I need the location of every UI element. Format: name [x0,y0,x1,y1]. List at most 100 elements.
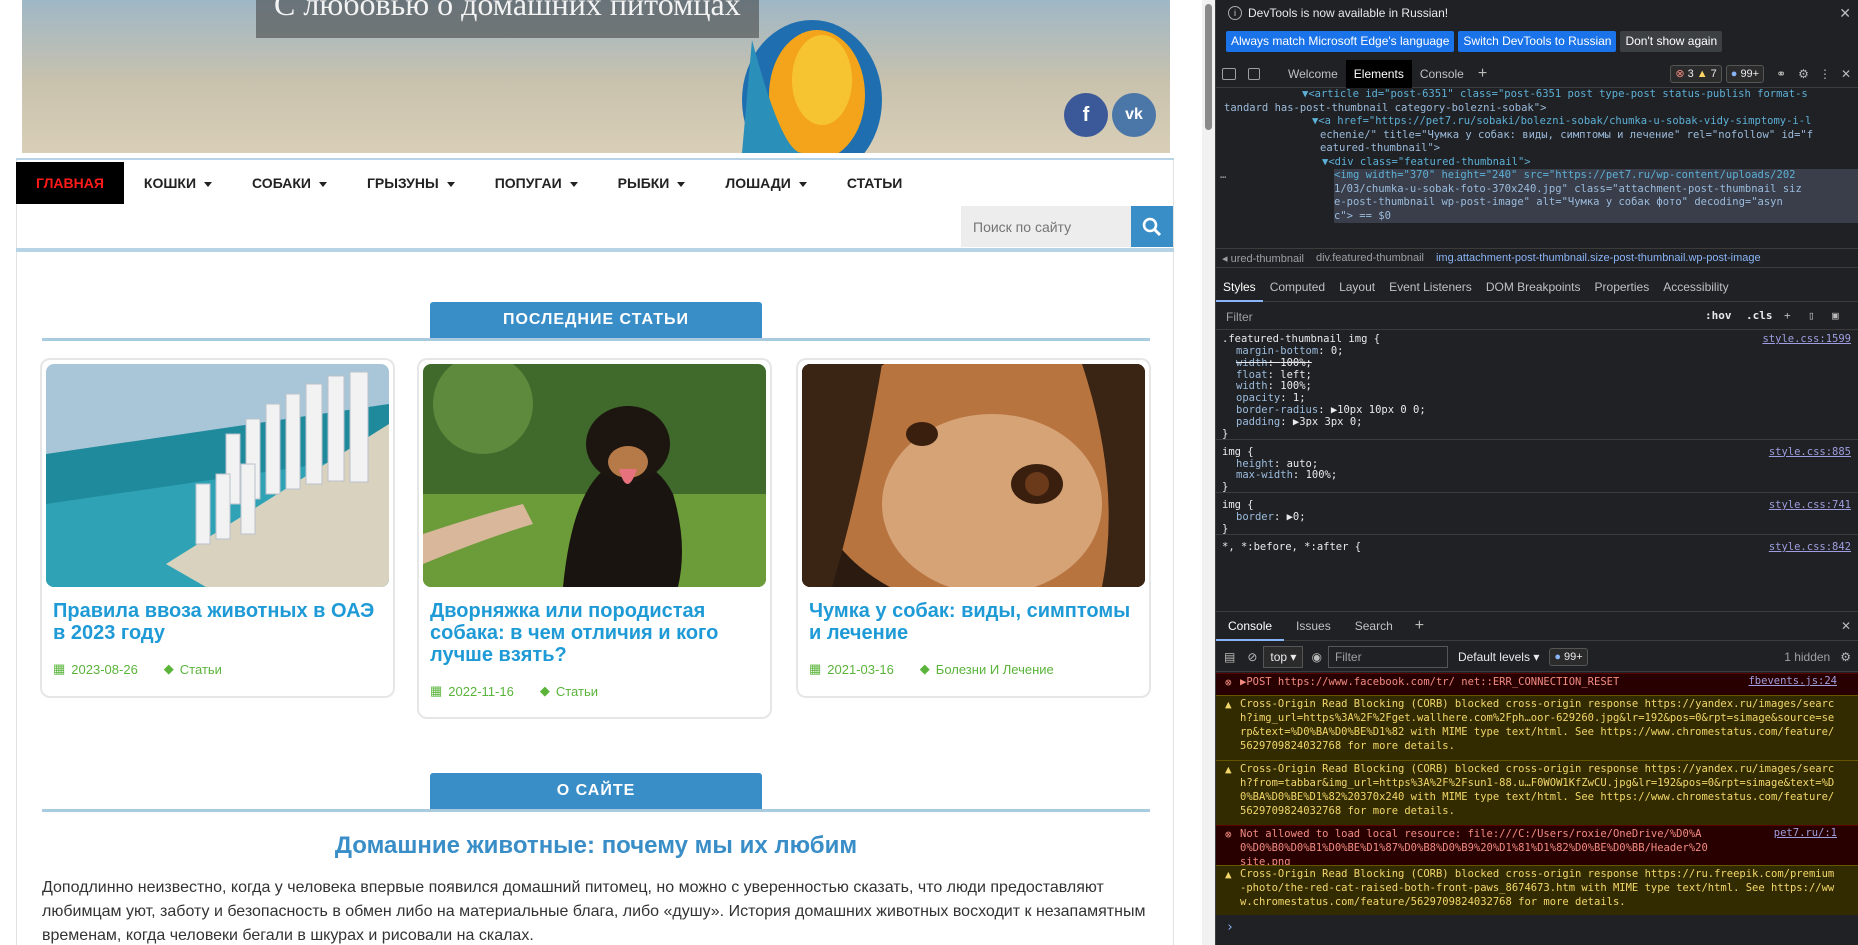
nav-item[interactable]: РЫБКИ [598,162,706,204]
css-prop-name[interactable]: border [1236,511,1274,523]
paint-icon[interactable]: ▯ [1808,309,1815,322]
console-message-badge[interactable]: ● 99+ [1549,647,1588,666]
css-prop-value[interactable]: ▶3px 3px 0; [1293,416,1363,428]
console-prompt[interactable]: › [1226,921,1234,935]
close-icon[interactable]: ✕ [1839,5,1851,22]
hov-toggle[interactable]: :hov [1705,309,1732,322]
nav-item-label[interactable]: СТАТЬИ [847,175,903,191]
nav-item-label[interactable]: СОБАКИ [252,175,311,191]
dom-line[interactable]: ▼<a href="https://pet7.ru/sobaki/bolezni… [1312,115,1811,129]
chevron-down-icon[interactable] [204,181,213,187]
css-property[interactable]: border: ▶0; [1236,510,1306,524]
nav-item-label[interactable]: ПОПУГАИ [495,175,562,191]
css-prop-name[interactable]: max-width [1236,469,1293,481]
search-button[interactable] [1131,206,1173,247]
cls-toggle[interactable]: .cls [1746,309,1773,322]
chevron-down-icon[interactable] [677,181,686,187]
css-prop-value[interactable]: 0; [1331,345,1344,357]
inspect-icon[interactable] [1222,67,1236,80]
article-card[interactable]: Чумка у собак: виды, симптомы и лечение … [798,360,1149,696]
levels-select[interactable]: Default levels ▾ [1458,650,1539,664]
eye-icon[interactable]: ◉ [1311,650,1321,664]
sidebar-toggle-icon[interactable]: ▣ [1832,309,1839,322]
connection-icon[interactable]: ⚭ [1776,67,1786,81]
styles-tab[interactable]: Accessibility [1656,272,1735,302]
new-rule-icon[interactable]: + [1784,309,1791,322]
console-message-text[interactable]: Cross-Origin Read Blocking (CORB) blocke… [1240,696,1840,753]
styles-tab[interactable]: DOM Breakpoints [1479,272,1588,302]
article-category[interactable]: ◆ Статьи [540,683,598,699]
chevron-down-icon[interactable] [798,181,807,187]
dom-line[interactable]: ▼<article id="post-6351" class="post-635… [1302,88,1808,102]
nav-item[interactable]: КОШКИ [124,162,232,204]
dont-show-button[interactable]: Don't show again [1620,31,1723,52]
console-message[interactable]: ▲ Cross-Origin Read Blocking (CORB) block… [1216,760,1858,825]
dom-line[interactable]: <img width="370" height="240" src="https… [1334,169,1858,183]
nav-item[interactable]: ПОПУГАИ [475,162,598,204]
drawer-tab[interactable]: Console [1216,611,1285,641]
nav-item-label[interactable]: ЛОШАДИ [725,175,790,191]
more-icon[interactable]: ⋮ [1819,67,1831,81]
article-thumbnail[interactable] [46,364,389,587]
nav-item-label[interactable]: ГРЫЗУНЫ [367,175,439,191]
article-title[interactable]: Правила ввоза животных в ОАЭ в 2023 году [53,600,383,644]
context-select[interactable]: top ▾ [1263,645,1304,668]
dom-line[interactable]: echenie/" title="Чумка у собак: виды, си… [1320,129,1813,143]
console-message-text[interactable]: Cross-Origin Read Blocking (CORB) blocke… [1240,866,1840,909]
breadcrumb-item[interactable]: img.attachment-post-thumbnail.size-post-… [1436,252,1761,264]
drawer-tab[interactable]: Issues [1284,611,1343,641]
dom-line[interactable]: eatured-thumbnail"> [1320,142,1440,156]
facebook-icon[interactable]: f [1064,93,1108,137]
tab-welcome[interactable]: Welcome [1280,60,1346,88]
css-selector[interactable]: *, *:before, *:after { [1222,540,1361,554]
styles-tab[interactable]: Computed [1263,272,1332,302]
dom-line[interactable]: c"> == $0 [1334,209,1858,223]
page-scrollbar[interactable] [1202,0,1215,945]
article-title[interactable]: Чумка у собак: виды, симптомы и лечение [809,600,1139,644]
chevron-down-icon[interactable] [569,181,578,187]
clear-console-icon[interactable]: ⊘ [1247,650,1257,664]
breadcrumb-item[interactable]: ◂ ured-thumbnail [1222,252,1304,265]
console-message-text[interactable]: ▶POST https://www.facebook.com/tr/ net::… [1240,674,1710,689]
css-prop-name[interactable]: padding [1236,416,1280,428]
css-prop-value[interactable]: ▶0; [1287,511,1306,523]
scrollbar-thumb[interactable] [1205,4,1212,130]
nav-item-label[interactable]: ГЛАВНАЯ [36,175,104,191]
switch-language-button[interactable]: Switch DevTools to Russian [1458,31,1617,52]
search-input[interactable] [961,206,1131,247]
styles-tab[interactable]: Properties [1588,272,1657,302]
close-devtools-icon[interactable]: ✕ [1841,67,1851,81]
css-property[interactable]: padding: ▶3px 3px 0; [1236,415,1362,429]
vk-icon[interactable]: vk [1112,93,1156,137]
article-card[interactable]: Правила ввоза животных в ОАЭ в 2023 году… [42,360,393,696]
article-thumbnail[interactable] [802,364,1145,587]
styles-filter-input[interactable]: Filter [1222,307,1678,327]
console-source-link[interactable]: pet7.ru/:1 [1774,826,1837,840]
css-property[interactable]: max-width: 100%; [1236,468,1337,482]
console-settings-icon[interactable]: ⚙ [1840,650,1851,664]
dom-line[interactable]: ▼<div class="featured-thumbnail"> [1322,156,1531,170]
console-message[interactable]: ▲ Cross-Origin Read Blocking (CORB) block… [1216,865,1858,915]
styles-tab[interactable]: Layout [1332,272,1382,302]
nav-item[interactable]: ГРЫЗУНЫ [347,162,475,204]
nav-item[interactable]: ГЛАВНАЯ [16,162,124,204]
chevron-down-icon[interactable] [446,181,455,187]
nav-item[interactable]: СОБАКИ [232,162,347,204]
gear-icon[interactable]: ⚙ [1798,67,1809,81]
console-message[interactable]: ⊗ Not allowed to load local resource: fil… [1216,825,1858,868]
dom-line[interactable]: 1/03/chumka-u-sobak-foto-370x240.jpg" cl… [1334,182,1858,196]
console-source-link[interactable]: fbevents.js:24 [1748,674,1837,688]
add-tab-icon[interactable]: + [1478,65,1487,83]
css-prop-value[interactable]: 100%; [1306,469,1338,481]
css-source-link[interactable]: style.css:1599 [1762,332,1851,346]
console-message[interactable]: ▲ Cross-Origin Read Blocking (CORB) block… [1216,695,1858,760]
article-category[interactable]: ◆ Статьи [164,661,222,677]
message-badge[interactable]: ● 99+ [1725,64,1765,83]
article-title[interactable]: Дворняжка или породистая собака: в чем о… [430,600,760,666]
article-thumbnail[interactable] [423,364,766,587]
breadcrumb-item[interactable]: div.featured-thumbnail [1316,252,1424,264]
article-category[interactable]: ◆ Болезни И Лечение [920,661,1054,677]
tab-console[interactable]: Console [1412,60,1472,88]
styles-tab[interactable]: Event Listeners [1382,272,1479,302]
match-language-button[interactable]: Always match Microsoft Edge's language [1226,31,1455,52]
